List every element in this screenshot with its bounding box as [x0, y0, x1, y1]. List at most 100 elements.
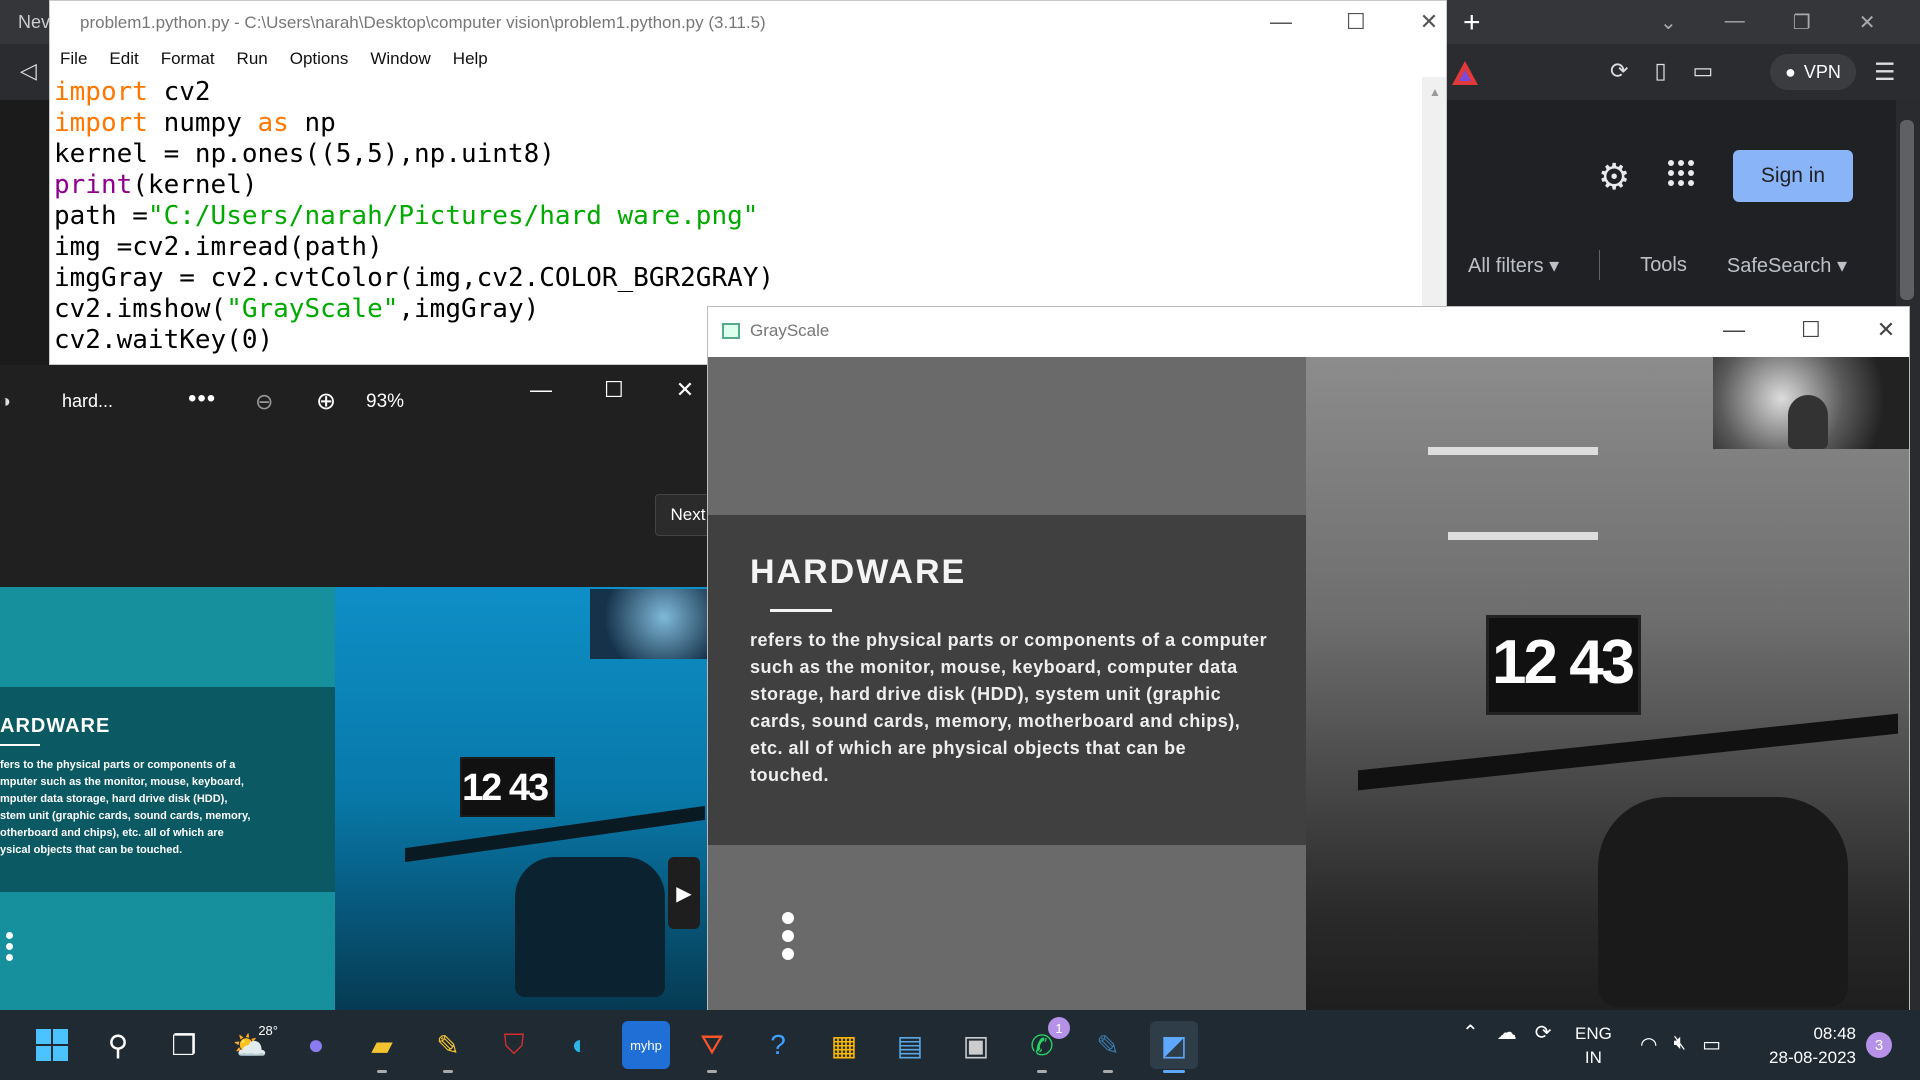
slide-body-text: fers to the physical parts or components…	[0, 759, 251, 856]
minimize-icon[interactable]: —	[1725, 10, 1745, 35]
system-tray: ⌃ ☁ ⟳	[1462, 1020, 1552, 1045]
menu-file[interactable]: File	[60, 49, 87, 75]
search-filters-bar: All filters ▾ Tools SafeSearch ▾	[1468, 250, 1847, 280]
tools-button[interactable]: Tools	[1640, 254, 1687, 277]
photo-image: ARDWARE fers to the physical parts or co…	[0, 587, 713, 1010]
mcafee-icon[interactable]: ⛉	[490, 1021, 538, 1069]
slide-body-text: refers to the physical parts or componen…	[750, 630, 1268, 785]
maximize-icon[interactable]: ☐	[1346, 9, 1366, 35]
divider	[1599, 250, 1601, 280]
language-indicator[interactable]: ENG IN	[1575, 1022, 1612, 1070]
menu-format[interactable]: Format	[161, 49, 215, 75]
python-file-icon[interactable]: ✎	[1084, 1021, 1132, 1073]
minimize-icon[interactable]: —	[1723, 317, 1745, 343]
onedrive-cloud-icon[interactable]: ☁	[1497, 1020, 1517, 1045]
menu-run[interactable]: Run	[237, 49, 268, 75]
google-apps-icon[interactable]	[1668, 160, 1694, 186]
idle-window-controls: — ☐ ✕	[1270, 9, 1438, 35]
photos-viewer-window: ◑ hard... ••• ⊖ ⊕ 93% — ☐ ✕ Next ARDWARE…	[0, 365, 721, 1010]
settings-gear-icon[interactable]: ⚙	[1598, 156, 1630, 198]
notification-badge[interactable]: 3	[1866, 1032, 1892, 1058]
chair-shape	[1598, 797, 1848, 1007]
battery-icon: ▭	[1702, 1034, 1721, 1056]
chevron-up-icon[interactable]: ⌃	[1462, 1020, 1479, 1045]
grayscale-image: HARDWARE refers to the physical parts or…	[708, 357, 1909, 1011]
microsoft-store-icon[interactable]: ▦	[820, 1021, 868, 1069]
scroll-up-arrow-icon[interactable]: ▲	[1429, 85, 1441, 99]
safesearch-dropdown[interactable]: SafeSearch ▾	[1727, 253, 1847, 278]
code-token: as	[257, 108, 289, 138]
vertical-dots-icon	[6, 932, 13, 961]
new-tab-plus-icon[interactable]: +	[1463, 6, 1481, 40]
slide-underline	[0, 744, 40, 746]
python-idle-icon[interactable]: ✎	[424, 1021, 472, 1073]
file-explorer-icon[interactable]: ▰	[358, 1021, 406, 1073]
vpn-button[interactable]: ● VPN	[1770, 54, 1856, 90]
hamburger-menu-icon[interactable]: ☰	[1874, 58, 1896, 87]
whatsapp-icon[interactable]: ✆ 1	[1018, 1017, 1070, 1073]
task-view-icon[interactable]: ❐	[160, 1021, 208, 1069]
chevron-down-icon[interactable]: ⌄	[1660, 10, 1677, 35]
code-token: "GrayScale"	[226, 294, 399, 324]
menu-help[interactable]: Help	[453, 49, 488, 75]
close-icon[interactable]: ✕	[1877, 317, 1895, 343]
maximize-icon[interactable]: ☐	[1801, 317, 1821, 343]
clock-display: 12 43	[1492, 628, 1635, 697]
menu-edit[interactable]: Edit	[109, 49, 138, 75]
minimize-icon[interactable]: —	[1270, 9, 1292, 35]
terminal-icon[interactable]: ▣	[952, 1021, 1000, 1069]
maximize-icon[interactable]: ☐	[604, 377, 624, 403]
close-icon[interactable]: ✕	[676, 377, 694, 403]
shelf-shape	[1448, 532, 1598, 540]
code-token: "C:/Users/narah/Pictures/hard ware.png"	[147, 201, 759, 231]
myhp-icon[interactable]: myhp	[622, 1021, 670, 1069]
browser-page-edge	[0, 100, 50, 365]
code-token: print	[54, 170, 133, 200]
edge-browser-icon[interactable]: ◐	[556, 1021, 604, 1069]
menu-window[interactable]: Window	[370, 49, 430, 75]
idle-menubar: File Edit Format Run Options Window Help	[50, 49, 1446, 75]
grayscale-window-controls: — ☐ ✕	[1723, 317, 1895, 343]
grayscale-window: GrayScale — ☐ ✕ HARDWARE refers to the p…	[707, 306, 1910, 1011]
person-silhouette	[1788, 395, 1828, 449]
brave-rewards-icon[interactable]	[1450, 58, 1480, 88]
brave-browser-icon[interactable]: ⛛	[688, 1021, 736, 1073]
get-help-icon[interactable]: ?	[754, 1021, 802, 1069]
weather-icon[interactable]: ⛅ 28°	[226, 1021, 278, 1069]
chair-shape	[515, 857, 665, 997]
more-options-icon[interactable]: •••	[188, 385, 216, 413]
weather-temp: 28°	[258, 1023, 278, 1038]
slide-heading: HARDWARE	[750, 553, 967, 591]
close-icon[interactable]: ✕	[1859, 10, 1876, 35]
browser-scrollbar-thumb[interactable]	[1900, 120, 1914, 300]
wallet-icon[interactable]: ▭	[1693, 58, 1714, 84]
notepad-icon[interactable]: ▤	[886, 1021, 934, 1069]
sidebar-icon[interactable]: ▯	[1654, 58, 1666, 84]
back-arrow-icon[interactable]: ◁	[20, 58, 37, 84]
sign-in-button[interactable]: Sign in	[1733, 150, 1853, 202]
minimize-icon[interactable]: —	[530, 377, 552, 403]
leo-ai-icon[interactable]: ⟳	[1610, 58, 1628, 84]
zoom-out-icon[interactable]: ⊖	[255, 389, 273, 415]
start-windows-icon[interactable]	[28, 1021, 76, 1069]
next-arrow-button[interactable]: ▶	[668, 857, 700, 929]
restore-icon[interactable]: ❐	[1793, 10, 1811, 35]
teams-chat-icon[interactable]: ●	[292, 1021, 340, 1069]
vertical-dots-icon	[782, 912, 794, 960]
language-code: ENG	[1575, 1024, 1612, 1043]
webcam-thumbnail	[590, 589, 713, 659]
photos-window-controls: — ☐ ✕	[530, 377, 694, 403]
code-token: import	[54, 77, 148, 107]
photo-filename: hard...	[62, 391, 114, 411]
window-title: GrayScale	[750, 321, 830, 340]
clock[interactable]: 08:48 28-08-2023	[1760, 1022, 1856, 1070]
zoom-in-icon[interactable]: ⊕	[316, 387, 336, 416]
close-icon[interactable]: ✕	[1420, 9, 1438, 35]
system-icons[interactable]: ◠ 🔇︎ ▭	[1640, 1032, 1721, 1057]
taskbar-apps: ⚲ ❐ ⛅ 28° ● ▰ ✎ ⛉ ◐ myhp ⛛ ? ▦ ▤ ▣ ✆ 1 ✎ ◩	[28, 1017, 1198, 1073]
photos-app-icon[interactable]: ◩	[1150, 1021, 1198, 1073]
search-icon[interactable]: ⚲	[94, 1021, 142, 1069]
menu-options[interactable]: Options	[290, 49, 349, 75]
all-filters-dropdown[interactable]: All filters ▾	[1468, 253, 1559, 278]
sync-icon[interactable]: ⟳	[1535, 1020, 1552, 1045]
